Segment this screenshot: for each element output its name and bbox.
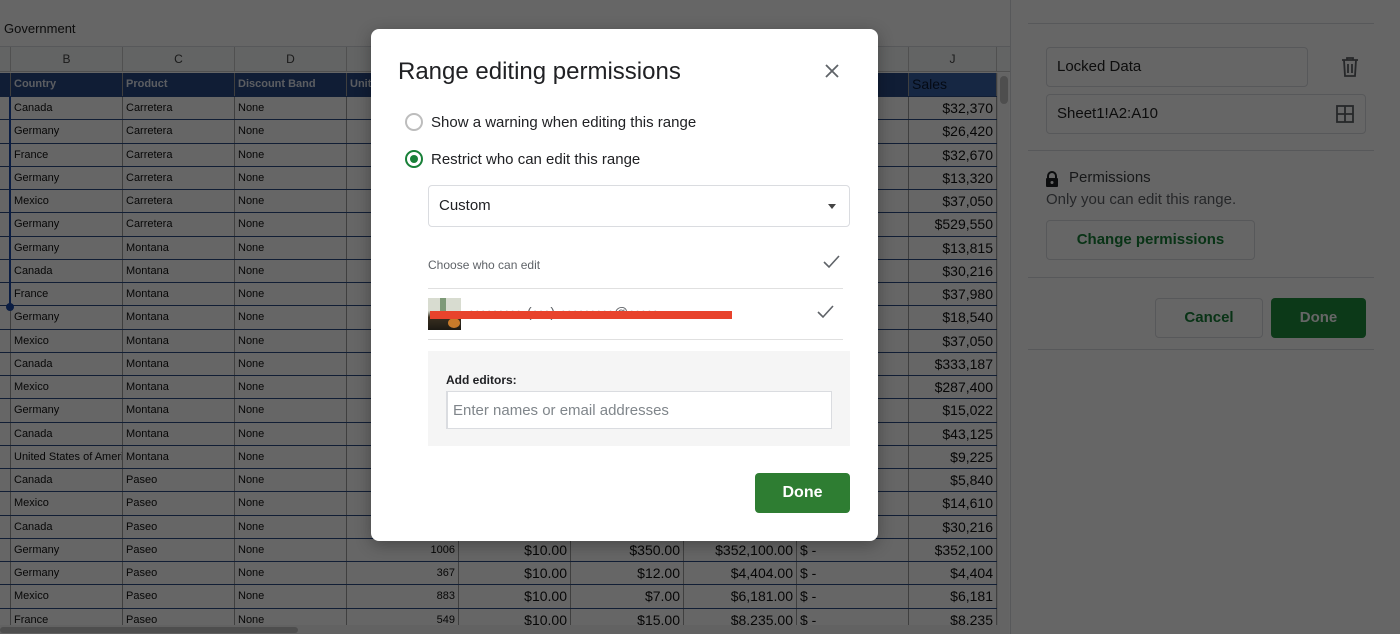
select-value: Custom [439,197,491,214]
user-checkmark-icon[interactable] [817,305,834,324]
redaction-bar [430,311,732,319]
app-root: Government B C D E F G H I J Country Pro… [0,0,1400,634]
add-editors-input[interactable] [446,391,832,429]
option-label: Show a warning when editing this range [431,113,697,131]
dialog-title: Range editing permissions [398,58,681,85]
close-icon [821,64,843,86]
dropdown-caret-icon [828,204,836,209]
close-button[interactable] [821,60,843,82]
range-editing-permissions-dialog: Range editing permissions Show a warning… [371,29,878,541]
dialog-done-button[interactable]: Done [755,473,850,513]
radio-show-warning[interactable] [405,113,423,131]
who-can-edit-select[interactable]: Custom [428,185,850,227]
divider [428,288,843,289]
select-all-checkmark-icon[interactable] [823,255,840,274]
add-editors-label: Add editors: [446,373,517,387]
radio-restrict-editors[interactable] [405,150,423,168]
divider [428,339,843,340]
option-show-warning[interactable]: Show a warning when editing this range [405,113,696,131]
add-editors-section: Add editors: [428,351,850,446]
choose-who-can-edit-label: Choose who can edit [428,258,541,272]
option-restrict-editors[interactable]: Restrict who can edit this range [405,150,640,168]
option-label: Restrict who can edit this range [431,150,641,168]
